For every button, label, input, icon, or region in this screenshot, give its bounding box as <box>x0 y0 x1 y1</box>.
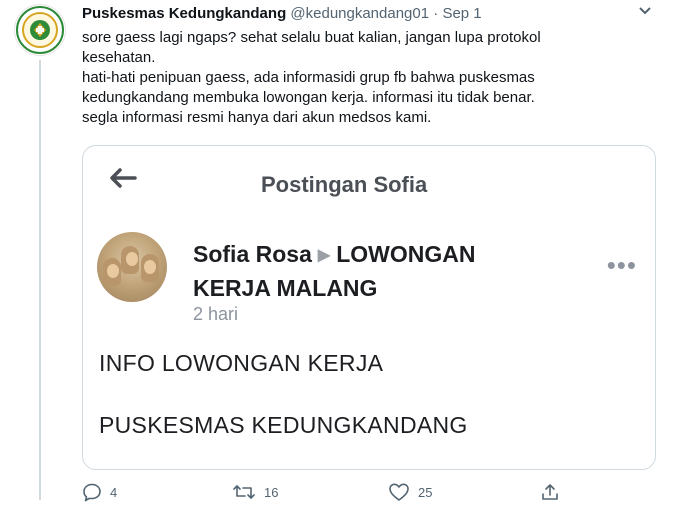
reply-button[interactable]: 4 <box>82 482 117 502</box>
photo-face <box>107 264 119 278</box>
fb-profile-photo <box>97 232 167 302</box>
tweet-line: hati-hati penipuan gaess, ada informasid… <box>82 69 535 86</box>
post-group-line2: KERJA MALANG <box>193 274 378 301</box>
post-text-line: INFO LOWONGAN KERJA <box>99 350 384 376</box>
photo-face <box>144 260 156 274</box>
like-count: 25 <box>418 484 433 500</box>
post-group: LOWONGAN <box>336 241 476 267</box>
puskesmas-logo-icon <box>16 6 64 54</box>
reply-count: 4 <box>110 484 118 500</box>
attached-image[interactable]: Postingan Sofia Sofia Rosa ▶ LOWONGAN KERJ… <box>82 145 656 470</box>
tweet-line: kedungkandang membuka lowongan kerja. in… <box>82 89 535 106</box>
post-header: Sofia Rosa ▶ LOWONGAN KERJA MALANG <box>193 238 613 304</box>
tweet-line: sore gaess lagi ngaps? sehat selalu buat… <box>82 29 541 46</box>
post-time: 2 hari <box>193 304 239 324</box>
tweet-header: Puskesmas Kedungkandang @kedungkandang01… <box>82 4 658 24</box>
author-name[interactable]: Puskesmas Kedungkandang <box>82 5 286 22</box>
more-icon: ••• <box>606 250 637 280</box>
card-title: Postingan Sofia <box>261 172 428 197</box>
photo-face <box>126 252 138 266</box>
tweet: Puskesmas Kedungkandang @kedungkandang01… <box>82 4 658 128</box>
like-icon <box>389 483 409 501</box>
profile-avatar[interactable] <box>14 4 66 56</box>
share-button[interactable] <box>540 482 560 502</box>
tweet-date[interactable]: Sep 1 <box>442 5 481 22</box>
like-button[interactable]: 25 <box>388 482 432 502</box>
retweet-button[interactable]: 16 <box>232 482 278 502</box>
tweet-text: sore gaess lagi ngaps? sehat selalu buat… <box>82 28 658 128</box>
retweet-count: 16 <box>264 484 279 500</box>
tweet-line: kesehatan. <box>82 49 156 66</box>
retweet-icon <box>233 485 255 499</box>
avatar-column <box>14 4 70 56</box>
thread-line <box>39 60 41 500</box>
post-text-line: PUSKESMAS KEDUNGKANDANG <box>99 412 468 438</box>
reply-icon <box>83 483 101 502</box>
triangle-right-icon: ▶ <box>317 246 331 264</box>
share-icon <box>542 484 558 500</box>
tweet-actions: 4 16 25 <box>82 482 582 504</box>
tweet-line: segla informasi resmi hanya dari akun me… <box>82 109 432 126</box>
chevron-down-icon[interactable] <box>638 4 652 21</box>
post-author: Sofia Rosa <box>193 241 312 267</box>
separator: · <box>433 5 439 22</box>
back-arrow-icon <box>107 166 137 195</box>
author-handle[interactable]: @kedungkandang01 <box>290 5 429 22</box>
